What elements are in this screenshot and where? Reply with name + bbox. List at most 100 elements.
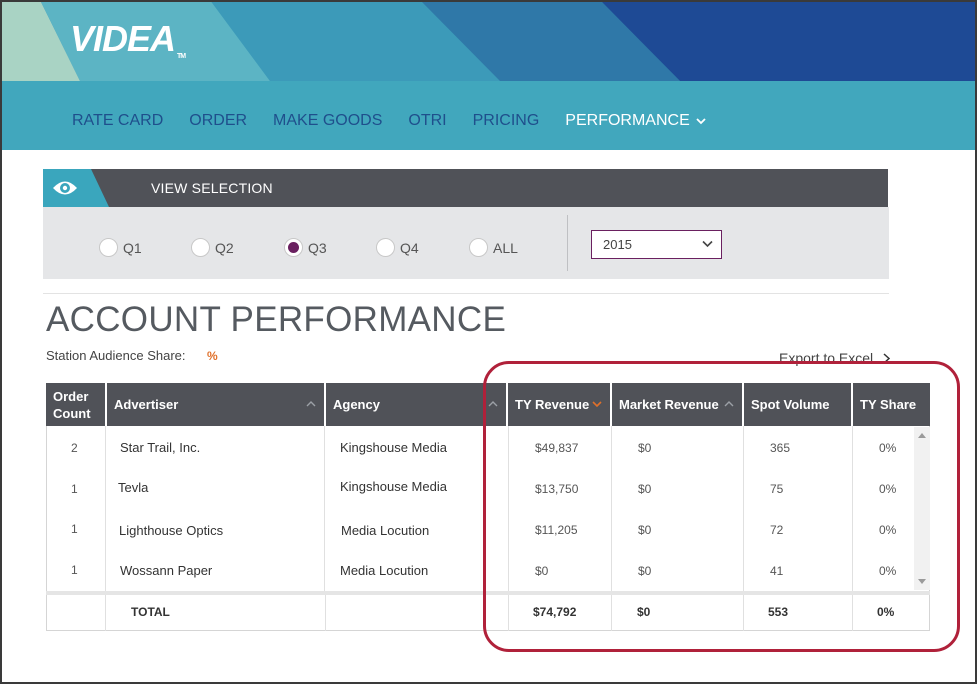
sort-desc-icon [592,401,602,407]
col-divider [508,595,509,631]
cell-market-revenue: $0 [638,482,652,496]
col-divider [852,595,853,631]
col-divider [611,595,612,631]
th-market-revenue[interactable]: Market Revenue [612,383,742,426]
cell-order-count: 1 [71,563,78,577]
col-divider [325,595,326,631]
app-header: VIDEA TM RATE CARD ORDER MAKE GOODS OTRI … [0,0,977,150]
th-ty-revenue[interactable]: TY Revenue [508,383,610,426]
cell-ty-revenue: $11,205 [535,523,578,537]
radio-q4-label: Q4 [400,239,419,256]
chevron-down-icon [696,117,706,124]
page-title: ACCOUNT PERFORMANCE [46,300,507,339]
chevron-down-icon [702,240,713,248]
cell-ty-share: 0% [879,564,897,578]
cell-spot-volume: 365 [770,441,791,455]
th-order-count-label: Order Count [53,388,91,421]
radio-q2-circle[interactable] [191,238,210,257]
radio-q3-circle[interactable] [284,238,303,257]
main-nav: RATE CARD ORDER MAKE GOODS OTRI PRICING … [72,111,732,131]
cell-agency: Media Locution [340,563,429,578]
cell-order-count: 1 [71,482,78,496]
col-divider [611,426,612,591]
cell-order-count: 2 [71,441,78,455]
nav-make-goods[interactable]: MAKE GOODS [273,111,382,131]
station-share-label: Station Audience Share: [46,348,186,363]
th-advertiser[interactable]: Advertiser [107,383,324,426]
cell-ty-share: 0% [879,482,897,496]
view-selection-badge [43,169,143,207]
radio-all-circle[interactable] [469,238,488,257]
cell-advertiser: Wossann Paper [120,563,213,578]
cell-advertiser: Lighthouse Optics [119,523,224,538]
view-selection-panel: Q1 Q2 Q3 Q4 ALL 2015 [43,207,889,279]
year-select-value: 2015 [603,237,632,252]
col-divider [743,426,744,591]
nav-rate-card[interactable]: RATE CARD [72,111,163,131]
cell-agency: Kingshouse Media [340,479,447,494]
col-divider [105,426,106,591]
radio-q4-circle[interactable] [376,238,395,257]
radio-all[interactable]: ALL [469,238,518,257]
cell-advertiser: Tevla [118,480,149,495]
cell-order-count: 1 [71,522,78,536]
station-share-value: % [207,349,218,363]
scroll-up-icon[interactable] [918,433,926,438]
th-ty-share-label: TY Share [860,397,917,412]
nav-otri[interactable]: OTRI [408,111,446,131]
th-spot-volume[interactable]: Spot Volume [744,383,851,426]
sort-asc-icon [306,401,316,407]
radio-q1[interactable]: Q1 [99,238,142,257]
section-divider [43,293,889,294]
cell-advertiser: Star Trail, Inc. [120,440,201,455]
col-divider [852,426,853,591]
cell-agency: Kingshouse Media [340,440,447,455]
videa-logo[interactable]: VIDEA TM [70,18,186,60]
view-selection-divider [567,215,568,271]
sort-asc-icon [724,401,734,407]
th-agency[interactable]: Agency [326,383,506,426]
cell-spot-volume: 41 [770,564,784,578]
table-header: Order Count Advertiser Agency TY Revenue… [46,383,930,426]
cell-ty-revenue: $13,750 [535,482,579,496]
view-selection-title: VIEW SELECTION [151,180,273,196]
table-body: 2 Star Trail, Inc. Kingshouse Media $49,… [46,426,930,591]
radio-q2[interactable]: Q2 [191,238,234,257]
cell-market-revenue: $0 [638,523,652,537]
radio-all-label: ALL [493,239,518,256]
col-divider [105,595,106,631]
nav-pricing[interactable]: PRICING [473,111,540,131]
total-ty-share: 0% [877,605,895,619]
view-selection-bar: VIEW SELECTION [43,169,888,207]
total-spot-volume: 553 [768,605,789,619]
export-to-excel-link[interactable]: Export to Excel [779,350,891,366]
cell-market-revenue: $0 [638,441,652,455]
cell-ty-share: 0% [879,523,897,537]
total-label: TOTAL [131,605,170,619]
th-ty-share[interactable]: TY Share [853,383,930,426]
radio-q4[interactable]: Q4 [376,238,419,257]
th-spot-volume-label: Spot Volume [751,397,830,412]
nav-order[interactable]: ORDER [189,111,247,131]
total-ty-revenue: $74,792 [533,605,577,619]
cell-agency: Media Locution [341,523,430,538]
cell-spot-volume: 75 [770,482,784,496]
col-divider [743,595,744,631]
chevron-right-icon [883,352,891,364]
col-divider [324,426,325,591]
cell-market-revenue: $0 [638,564,652,578]
radio-q3[interactable]: Q3 [284,238,327,257]
total-market-revenue: $0 [637,605,651,619]
th-order-count[interactable]: Order Count [46,383,105,426]
table-scrollbar[interactable] [914,427,930,590]
table-total-row: TOTAL $74,792 $0 553 0% [46,595,930,631]
scroll-down-icon[interactable] [918,579,926,584]
nav-performance-label: PERFORMANCE [565,112,690,129]
cell-ty-share: 0% [879,441,897,455]
year-select[interactable]: 2015 [591,230,722,259]
nav-performance[interactable]: PERFORMANCE [565,111,706,131]
radio-q1-circle[interactable] [99,238,118,257]
cell-ty-revenue: $49,837 [535,441,579,455]
cell-ty-revenue: $0 [535,564,549,578]
cell-spot-volume: 72 [770,523,784,537]
